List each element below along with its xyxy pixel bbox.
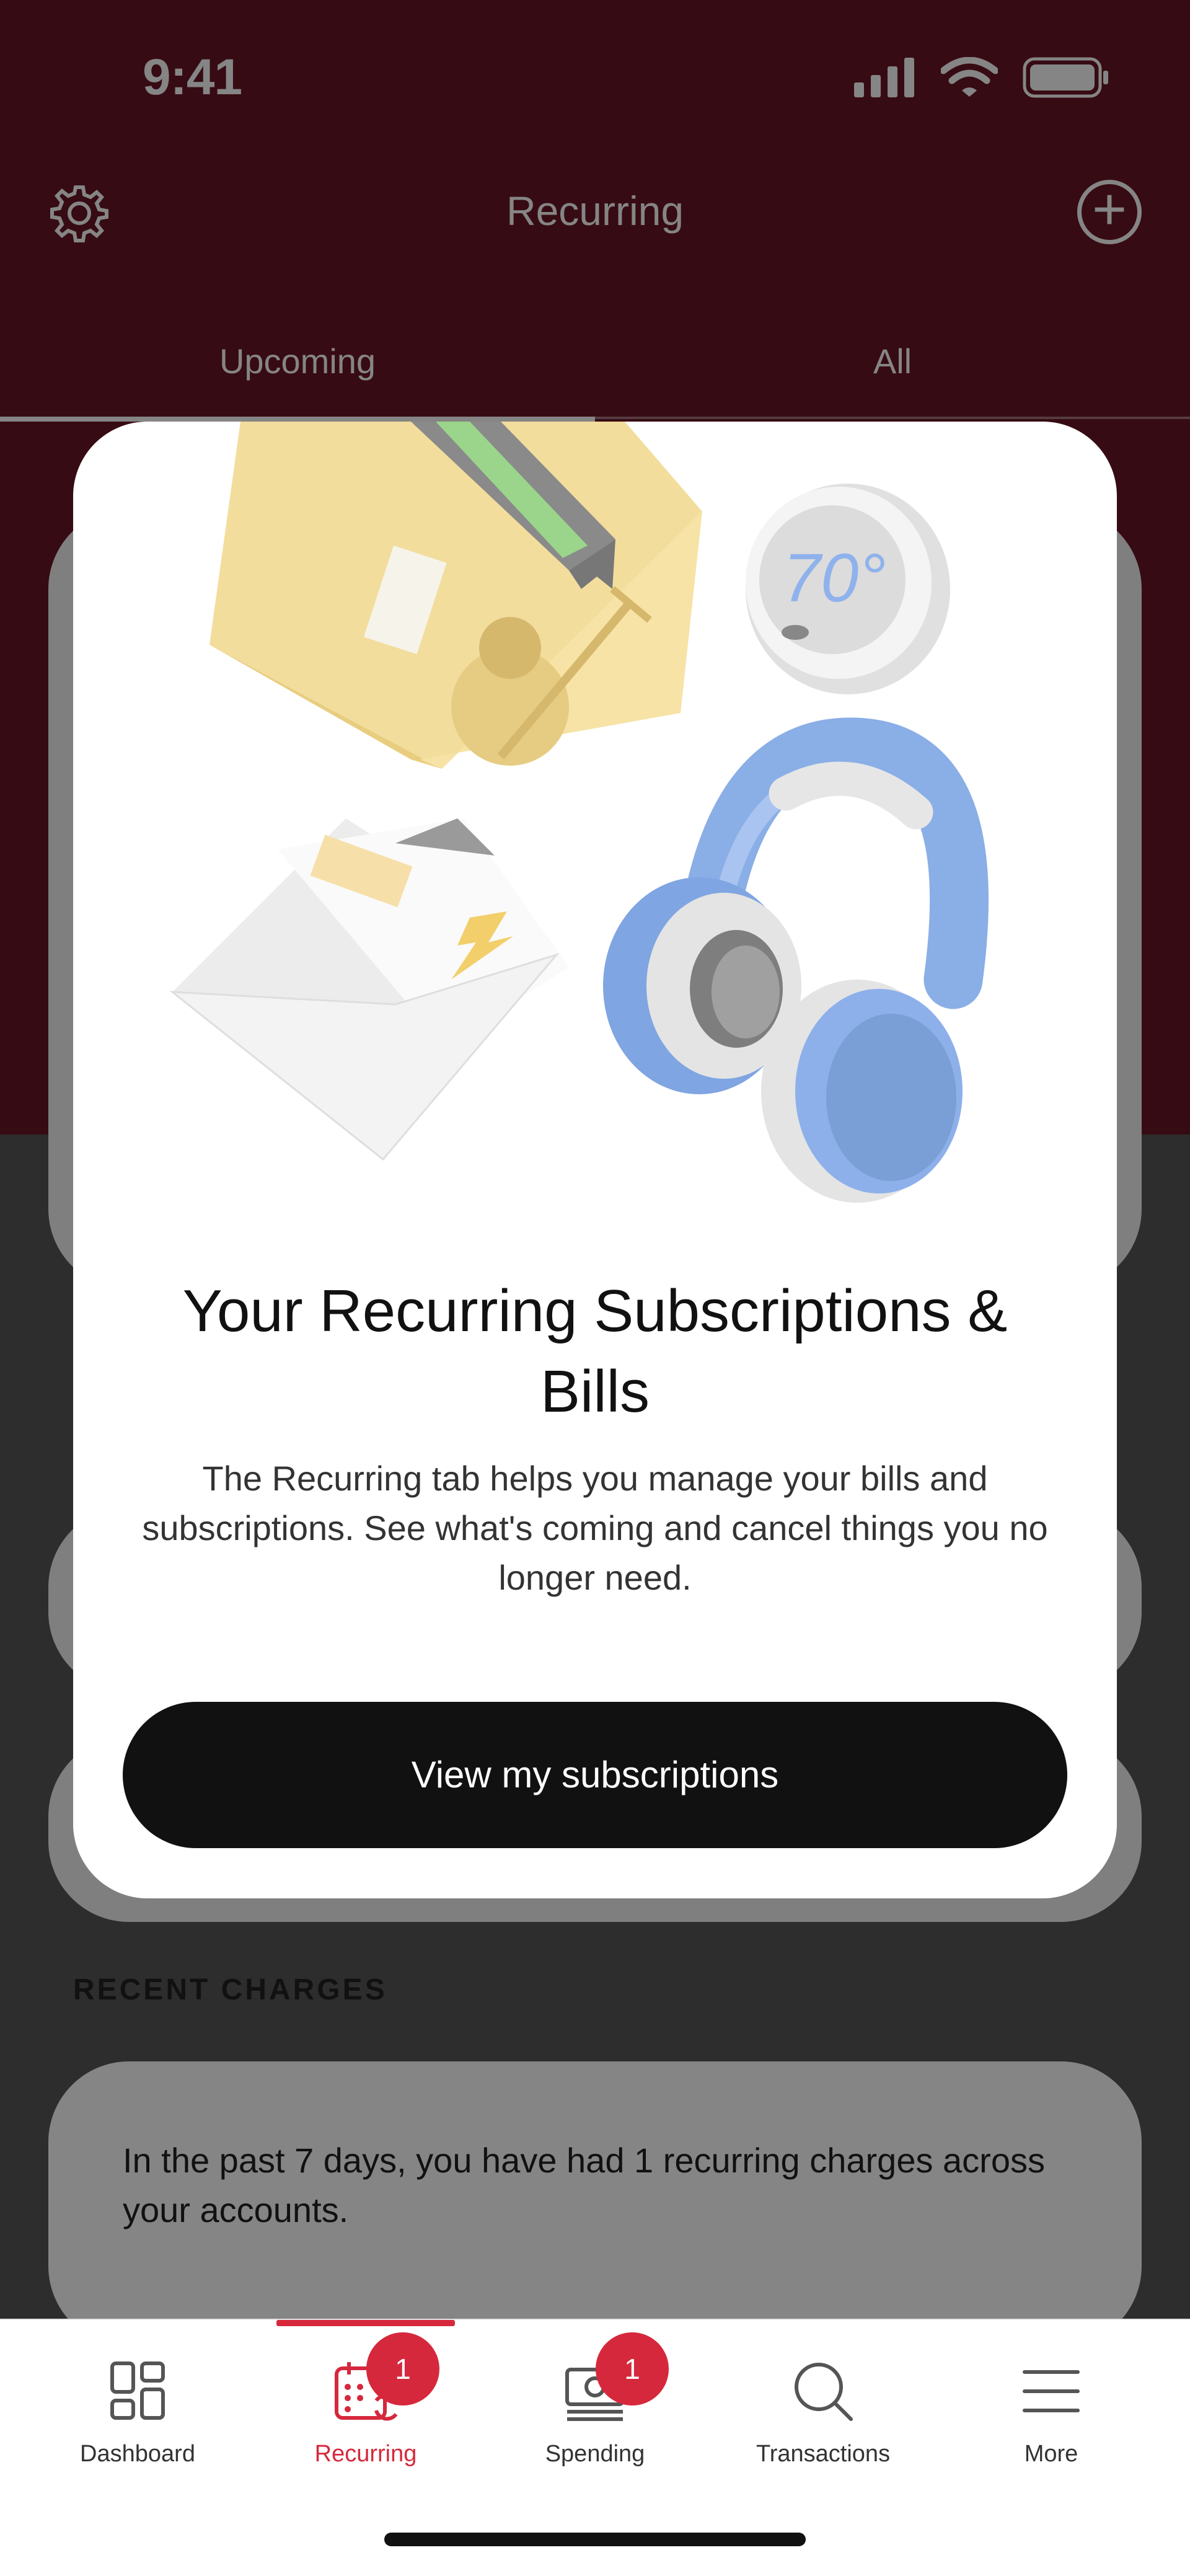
modal-title: Your Recurring Subscriptions & Bills <box>182 1278 1008 1425</box>
nav-recurring-badge: 1 <box>366 2332 439 2406</box>
subscriptions-illustration: 70° <box>169 422 989 1203</box>
nav-spending-badge: 1 <box>596 2332 669 2406</box>
nav-more-label: More <box>1024 2441 1078 2467</box>
nav-dashboard[interactable]: Dashboard <box>24 2320 252 2481</box>
menu-icon <box>1023 2370 1080 2412</box>
nav-more[interactable]: More <box>937 2320 1165 2481</box>
nav-dashboard-label: Dashboard <box>80 2441 195 2467</box>
nav-transactions[interactable]: Transactions <box>709 2320 937 2481</box>
nav-recurring[interactable]: 1 Recurring <box>252 2320 480 2481</box>
view-subscriptions-button[interactable]: View my subscriptions <box>123 1702 1067 1848</box>
onboarding-modal: 70° Your Recurring Subscriptions & Bills <box>73 422 1117 1898</box>
dashboard-icon <box>110 2361 165 2420</box>
search-icon <box>795 2363 853 2421</box>
envelope-icon <box>169 818 569 1161</box>
package-icon <box>209 422 702 769</box>
thermostat-icon: 70° <box>746 484 950 694</box>
headphones-icon <box>603 717 989 1203</box>
nav-active-indicator <box>276 2320 455 2326</box>
nav-recurring-label: Recurring <box>314 2441 417 2467</box>
home-indicator[interactable] <box>384 2533 806 2546</box>
modal-description: The Recurring tab helps you manage your … <box>142 1459 1048 1597</box>
nav-transactions-label: Transactions <box>756 2441 891 2467</box>
nav-spending-label: Spending <box>545 2441 645 2467</box>
nav-spending[interactable]: 1 Spending <box>481 2320 709 2481</box>
thermostat-reading: 70° <box>783 540 886 616</box>
